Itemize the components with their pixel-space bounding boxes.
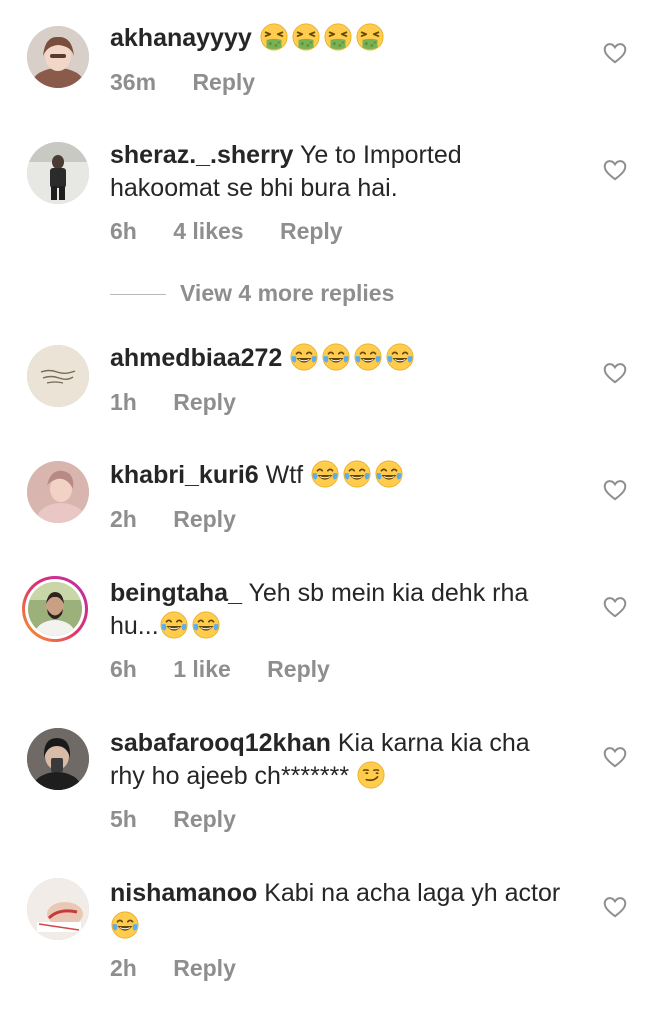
comment-text-block: ahmedbiaa272 xyxy=(110,342,570,375)
avatar-story-ring[interactable] xyxy=(22,576,88,642)
comment-username[interactable]: ahmedbiaa272 xyxy=(110,344,282,372)
reply-button[interactable]: Reply xyxy=(173,389,236,416)
like-heart-icon[interactable] xyxy=(602,477,628,503)
like-heart-icon[interactable] xyxy=(602,744,628,770)
comment-username[interactable]: nishamanoo xyxy=(110,879,257,907)
comment-meta: 2h Reply xyxy=(110,506,266,533)
smirk-emoji-icon xyxy=(356,760,386,790)
comment-time: 1h xyxy=(110,389,137,415)
nauseated-emoji-icon xyxy=(355,22,385,52)
comment-emojis xyxy=(310,459,406,489)
comment-likes-count[interactable]: 1 like xyxy=(173,656,231,683)
comment-time: 36m xyxy=(110,69,157,95)
comment-meta: 36m Reply xyxy=(110,69,285,96)
reply-button[interactable]: Reply xyxy=(173,806,236,833)
replies-divider-line xyxy=(110,294,166,296)
nauseated-emoji-icon xyxy=(291,22,321,52)
comment-username[interactable]: sheraz._.sherry xyxy=(110,141,293,169)
comment-meta: 2h Reply xyxy=(110,955,266,982)
comment-time: 5h xyxy=(110,806,137,832)
view-more-replies-label: View 4 more replies xyxy=(180,280,395,306)
avatar[interactable] xyxy=(27,142,89,204)
comment-meta: 6h 4 likes Reply xyxy=(110,218,373,245)
joy-emoji-icon xyxy=(353,342,383,372)
nauseated-emoji-icon xyxy=(259,22,289,52)
comment-emojis xyxy=(356,760,388,790)
comment-likes-count[interactable]: 4 likes xyxy=(173,218,243,245)
avatar[interactable] xyxy=(27,728,89,790)
reply-button[interactable]: Reply xyxy=(173,506,236,533)
comment-text: Kabi na acha laga yh actor xyxy=(264,879,561,907)
comment-text-block: khabri_kuri6 Wtf xyxy=(110,459,570,492)
joy-emoji-icon xyxy=(310,459,340,489)
comment-text-block: nishamanoo Kabi na acha laga yh actor xyxy=(110,877,570,943)
comment-time: 2h xyxy=(110,955,137,981)
comment-username[interactable]: beingtaha_ xyxy=(110,579,242,607)
like-heart-icon[interactable] xyxy=(602,157,628,183)
joy-emoji-icon xyxy=(110,910,140,940)
comment-text-block: sheraz._.sherry Ye to Imported hakoomat … xyxy=(110,139,570,205)
comment-meta: 5h Reply xyxy=(110,806,266,833)
comment-time: 6h xyxy=(110,656,137,682)
comment-emojis xyxy=(289,342,417,372)
like-heart-icon[interactable] xyxy=(602,360,628,386)
joy-emoji-icon xyxy=(385,342,415,372)
joy-emoji-icon xyxy=(159,610,189,640)
comment-emojis xyxy=(110,910,142,940)
avatar[interactable] xyxy=(27,26,89,88)
reply-button[interactable]: Reply xyxy=(280,218,343,245)
reply-button[interactable]: Reply xyxy=(267,656,330,683)
joy-emoji-icon xyxy=(191,610,221,640)
reply-button[interactable]: Reply xyxy=(173,955,236,982)
like-heart-icon[interactable] xyxy=(602,594,628,620)
comment-username[interactable]: sabafarooq12khan xyxy=(110,729,331,757)
comment-meta: 6h 1 like Reply xyxy=(110,656,360,683)
comment-text-block: beingtaha_ Yeh sb mein kia dehk rha hu..… xyxy=(110,577,570,643)
like-heart-icon[interactable] xyxy=(602,40,628,66)
avatar xyxy=(28,582,82,636)
avatar[interactable] xyxy=(27,345,89,407)
joy-emoji-icon xyxy=(374,459,404,489)
comment-text-block: akhanayyyy xyxy=(110,22,570,55)
joy-emoji-icon xyxy=(289,342,319,372)
avatar[interactable] xyxy=(27,461,89,523)
joy-emoji-icon xyxy=(342,459,372,489)
comment-username[interactable]: khabri_kuri6 xyxy=(110,461,259,489)
comment-emojis xyxy=(159,610,223,640)
reply-button[interactable]: Reply xyxy=(192,69,255,96)
comment-text: Wtf xyxy=(265,461,304,489)
comment-time: 6h xyxy=(110,218,137,244)
comment-time: 2h xyxy=(110,506,137,532)
avatar[interactable] xyxy=(27,878,89,940)
view-more-replies-button[interactable]: View 4 more replies xyxy=(110,280,394,307)
comment-meta: 1h Reply xyxy=(110,389,266,416)
nauseated-emoji-icon xyxy=(323,22,353,52)
comment-text-block: sabafarooq12khan Kia karna kia cha rhy h… xyxy=(110,727,570,793)
joy-emoji-icon xyxy=(321,342,351,372)
like-heart-icon[interactable] xyxy=(602,894,628,920)
comment-username[interactable]: akhanayyyy xyxy=(110,24,252,52)
comment-emojis xyxy=(259,22,387,52)
